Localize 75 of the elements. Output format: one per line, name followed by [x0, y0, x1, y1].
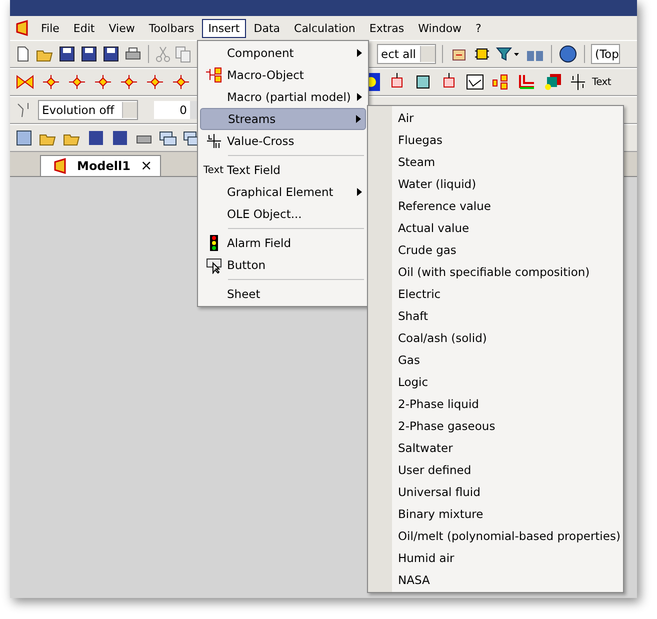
menu-item[interactable]: Water (liquid) [368, 173, 623, 195]
menu-item[interactable]: Graphical Element [200, 181, 366, 203]
model-icon [53, 158, 67, 174]
menu-item[interactable]: Alarm Field [200, 232, 366, 254]
menu-item[interactable]: Electric [368, 283, 623, 305]
menu-item[interactable]: Data [248, 18, 286, 38]
menu-item[interactable]: Toolbars [142, 18, 200, 38]
component-icon[interactable] [66, 72, 88, 92]
menu-item[interactable]: Fluegas [368, 129, 623, 151]
button-cursor-icon [204, 256, 222, 274]
menu-item[interactable]: User defined [368, 459, 623, 481]
menu-item[interactable]: ? [470, 18, 488, 38]
component-icon[interactable] [92, 72, 114, 92]
menu-item[interactable]: Saltwater [368, 437, 623, 459]
windows-icon[interactable] [158, 129, 178, 147]
tab[interactable]: Modell1 × [40, 155, 162, 176]
shapes-icon[interactable] [542, 72, 564, 92]
app-icon [15, 20, 29, 36]
macro-icon [204, 67, 222, 83]
menu-item[interactable]: Actual value [368, 217, 623, 239]
value-cross-icon [206, 133, 222, 149]
view-combo[interactable]: (Top [591, 44, 620, 64]
menu-item[interactable]: Coal/ash (solid) [368, 327, 623, 349]
menu-item[interactable]: Window [412, 18, 468, 38]
menu-item[interactable]: NASA [368, 569, 623, 591]
text-icon: Text [203, 164, 224, 176]
menu-item[interactable]: Air [368, 107, 623, 129]
menu-item[interactable]: Macro-Object [200, 64, 366, 86]
menu-item[interactable]: Calculation [288, 18, 362, 38]
menu-item[interactable]: File [35, 18, 66, 38]
select-combo[interactable]: ect all [377, 44, 436, 64]
menu-item[interactable]: Shaft [368, 305, 623, 327]
menu-item[interactable]: Text Text Field [200, 159, 366, 181]
menu-item[interactable]: Humid air [368, 547, 623, 569]
floppy-icon[interactable] [110, 129, 130, 147]
menu-item[interactable]: 2-Phase liquid [368, 393, 623, 415]
tab-label: Modell1 [77, 159, 130, 173]
traffic-light-icon [210, 235, 218, 251]
value-cross-icon[interactable] [568, 72, 588, 92]
menu-item[interactable]: Reference value [368, 195, 623, 217]
menu-item[interactable]: View [102, 18, 141, 38]
close-button[interactable]: × [140, 158, 152, 174]
valve-icon[interactable] [14, 72, 36, 92]
document-icon[interactable] [14, 129, 34, 147]
component-icon[interactable] [118, 72, 140, 92]
component-icon[interactable] [144, 72, 166, 92]
menu-item[interactable]: OLE Object... [200, 203, 366, 225]
evolution-combo[interactable]: Evolution off [38, 100, 138, 120]
menu-item[interactable]: Steam [368, 151, 623, 173]
help-icon[interactable] [558, 45, 578, 63]
menu-item[interactable]: Oil/melt (polynomial-based properties) [368, 525, 623, 547]
menu-item[interactable]: Crude gas [368, 239, 623, 261]
menu-item[interactable]: Insert [202, 18, 246, 38]
menu-item[interactable]: Sheet [200, 283, 366, 305]
menu-item[interactable]: Value-Cross [200, 130, 366, 152]
menu-item[interactable]: Logic [368, 371, 623, 393]
text-tool[interactable]: Text [592, 76, 612, 88]
menu-item[interactable]: Streams [200, 108, 366, 130]
menu-item[interactable]: 2-Phase gaseous [368, 415, 623, 437]
menu-item[interactable]: Binary mixture [368, 503, 623, 525]
menu-item[interactable]: Component [200, 42, 366, 64]
menu-item[interactable]: Gas [368, 349, 623, 371]
menu-item[interactable]: Extras [363, 18, 410, 38]
menu-item[interactable]: Oil (with specifiable composition) [368, 261, 623, 283]
component-icon[interactable] [170, 72, 192, 92]
component-icon[interactable] [40, 72, 62, 92]
floppy-icon[interactable] [102, 45, 120, 63]
menu-item[interactable]: Button [200, 254, 366, 276]
menu-item[interactable]: Universal fluid [368, 481, 623, 503]
chart-icon[interactable] [464, 72, 486, 92]
floppy-icon[interactable] [86, 129, 106, 147]
menu-item[interactable]: Edit [67, 18, 101, 38]
floppy-icon[interactable] [58, 45, 76, 63]
floppy-icon[interactable] [80, 45, 98, 63]
filter-icon[interactable] [495, 45, 521, 63]
